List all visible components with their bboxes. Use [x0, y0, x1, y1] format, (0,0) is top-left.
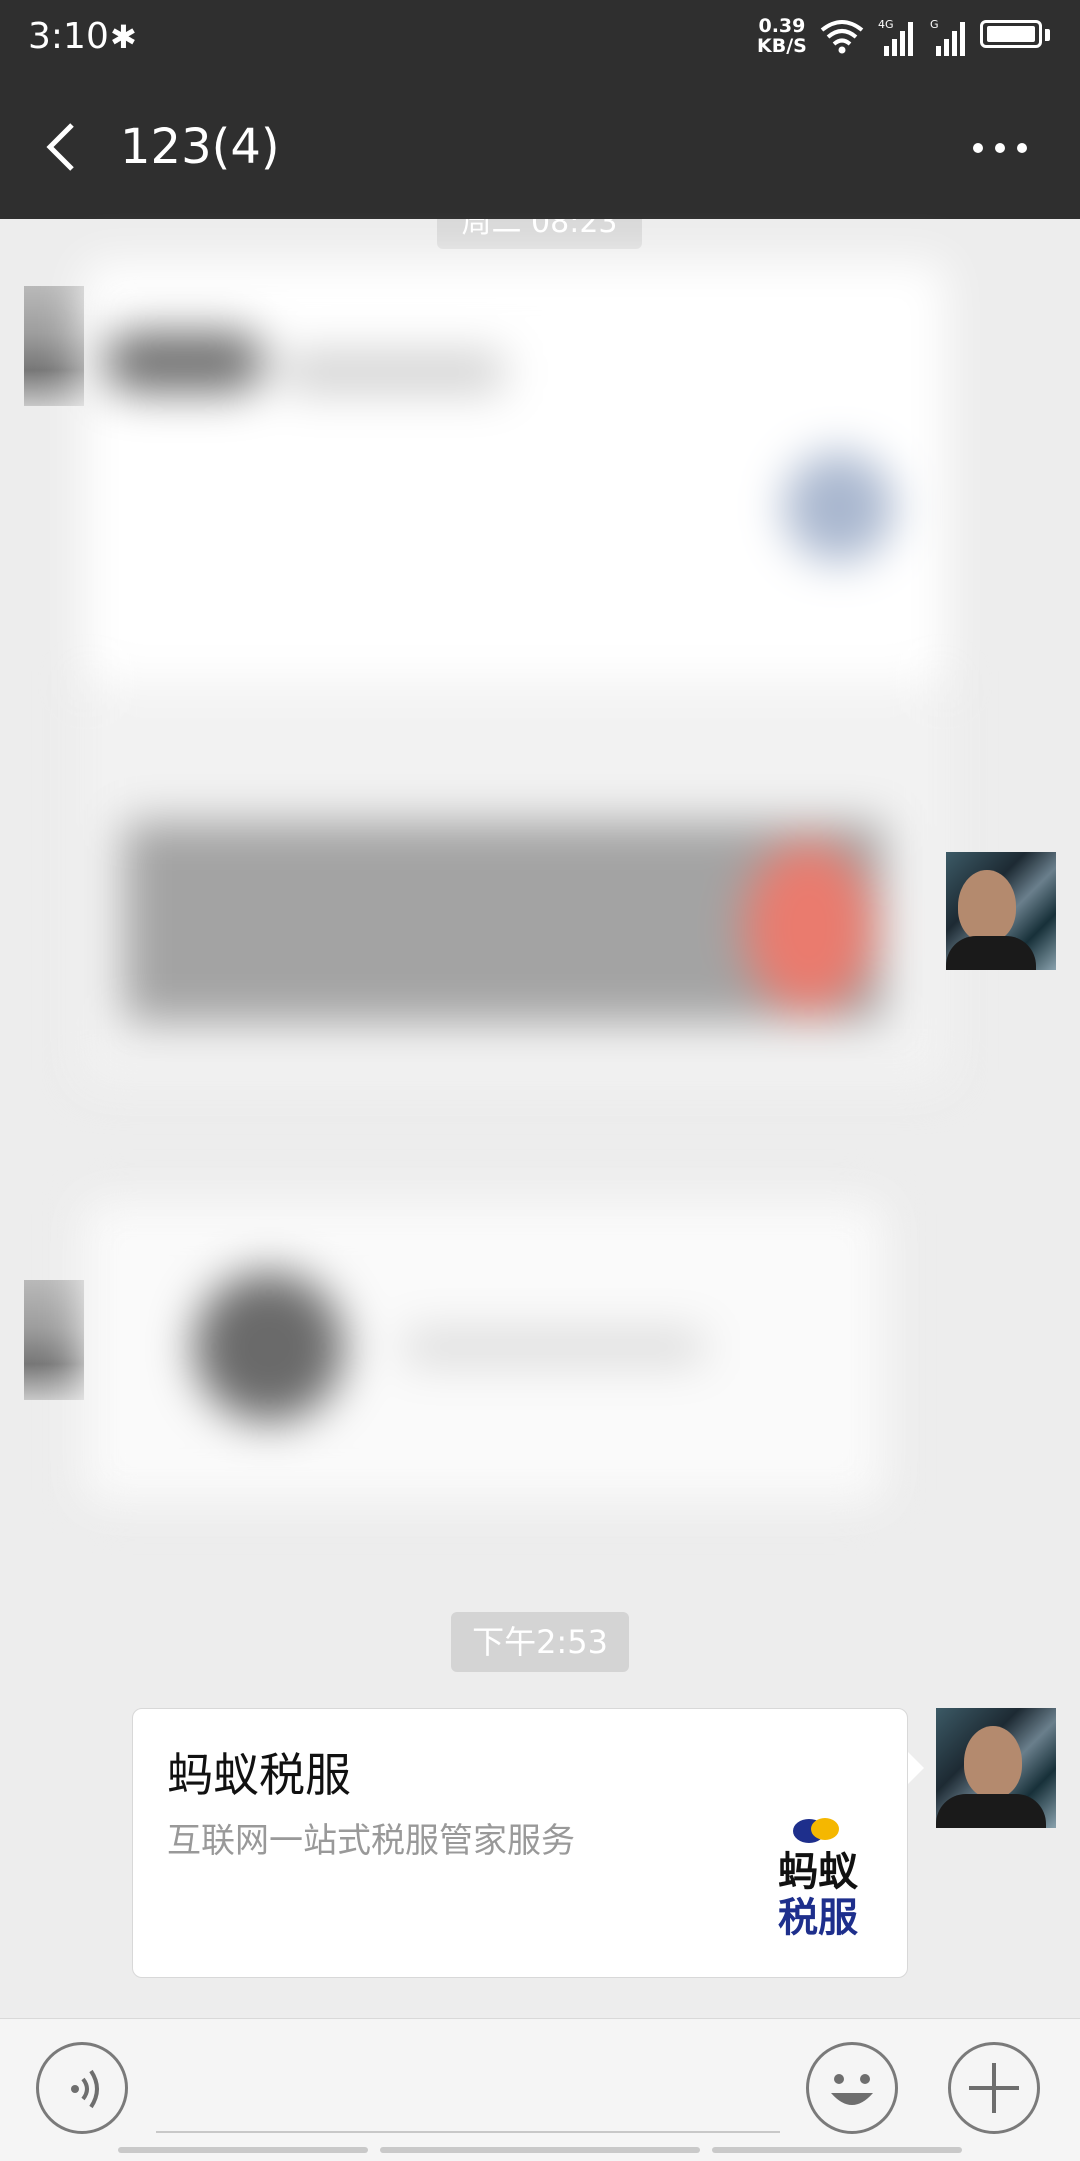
- logo-mark-icon: [793, 1818, 839, 1843]
- signal-label: G: [930, 18, 939, 31]
- signal-icon: G: [930, 18, 965, 56]
- status-time: 3:10: [28, 16, 109, 57]
- avatar[interactable]: [946, 852, 1056, 970]
- avatar[interactable]: [936, 1708, 1056, 1828]
- bluetooth-icon: ✱: [110, 18, 137, 56]
- input-bar: [0, 2018, 1080, 2161]
- plus-button[interactable]: [948, 2042, 1040, 2134]
- emoji-button[interactable]: [806, 2042, 898, 2134]
- ant-tax-logo: 蚂蚁 税服: [763, 1815, 873, 1955]
- logo-text-line1: 蚂蚁: [778, 1849, 858, 1895]
- wifi-icon: [820, 20, 864, 54]
- network-speed-unit: KB/S: [757, 35, 807, 57]
- emoji-icon: [831, 2074, 873, 2105]
- network-speed: 0.39 KB/S: [757, 16, 807, 56]
- battery-icon: [980, 20, 1042, 48]
- signal-label: 4G: [878, 18, 894, 31]
- avatar[interactable]: [24, 286, 84, 406]
- chevron-left-icon[interactable]: [36, 117, 96, 177]
- blurred-messages: [84, 262, 946, 1562]
- chat-header: 123(4): [0, 77, 1080, 219]
- voice-icon: [71, 2069, 99, 2109]
- card-title: 蚂蚁税服: [167, 1748, 351, 1802]
- timestamp-bottom: 下午2:53: [451, 1612, 629, 1672]
- message-input[interactable]: [156, 2049, 780, 2133]
- share-card[interactable]: 蚂蚁税服 互联网一站式税服管家服务 蚂蚁 税服: [132, 1708, 908, 1978]
- bubble-arrow: [908, 1752, 924, 1784]
- card-description: 互联网一站式税服管家服务: [167, 1821, 575, 1861]
- voice-button[interactable]: [36, 2042, 128, 2134]
- signal-icon: 4G: [878, 18, 913, 56]
- avatar[interactable]: [24, 1280, 84, 1400]
- plus-icon: [969, 2063, 1019, 2113]
- status-bar: 3:10 ✱ 0.39 KB/S 4G G: [0, 0, 1080, 77]
- timestamp-top: 周二 08:23: [437, 219, 642, 249]
- chat-title: 123(4): [120, 119, 280, 175]
- logo-text-line2: 税服: [778, 1895, 858, 1941]
- network-speed-value: 0.39: [758, 15, 806, 37]
- more-dots-icon[interactable]: [960, 123, 1040, 173]
